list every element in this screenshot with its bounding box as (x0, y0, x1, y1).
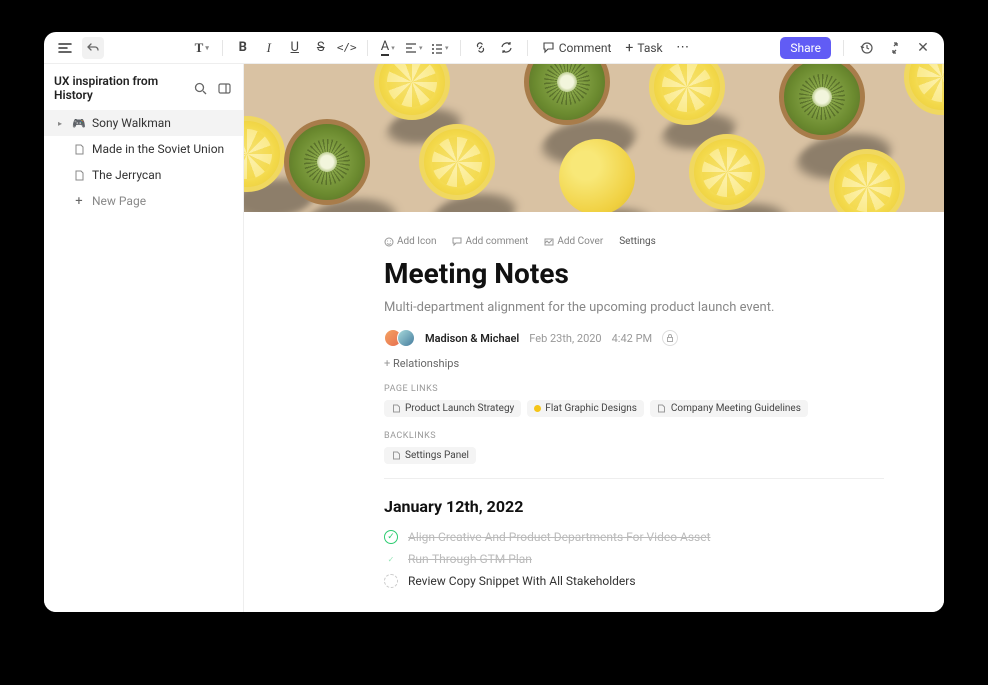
author-avatars[interactable] (384, 329, 415, 347)
section-date-heading[interactable]: January 12th, 2022 (384, 497, 884, 516)
page-icon (391, 404, 401, 414)
gamepad-icon: 🎮 (72, 116, 86, 130)
task-item[interactable]: Review Copy Snippet With All Stakeholder… (384, 574, 884, 588)
text-color-dropdown[interactable]: A▾ (376, 36, 400, 60)
checkbox-checked-icon[interactable] (384, 552, 398, 566)
page-meta: Madison & Michael Feb 23th, 2020 4:42 PM (384, 329, 884, 347)
relationships-button[interactable]: Relationships (384, 357, 884, 370)
align-dropdown[interactable]: ▾ (402, 36, 426, 60)
checkbox-empty-icon[interactable] (384, 574, 398, 588)
sidebar-item-sony-walkman[interactable]: ▸ 🎮 Sony Walkman (44, 110, 243, 136)
page-time: 4:42 PM (612, 332, 652, 345)
main-content: Add Icon Add comment Add Cover Settings … (244, 64, 944, 612)
task-item[interactable]: Run-Through GTM Plan (384, 552, 884, 566)
collapse-icon[interactable] (884, 37, 906, 59)
page-actions: Add Icon Add comment Add Cover Settings (384, 236, 884, 247)
menu-icon[interactable] (54, 37, 76, 59)
italic-button[interactable]: I (257, 36, 281, 60)
page-date: Feb 23th, 2020 (529, 332, 601, 345)
sync-icon[interactable] (495, 36, 519, 60)
sidebar-item-soviet-union[interactable]: Made in the Soviet Union (44, 136, 243, 162)
add-cover-button[interactable]: Add Cover (544, 236, 603, 247)
page-link-chip[interactable]: Company Meeting Guidelines (650, 400, 808, 417)
lock-icon[interactable] (662, 330, 678, 346)
authors: Madison & Michael (425, 332, 519, 345)
page-subtitle[interactable]: Multi-department alignment for the upcom… (384, 300, 884, 315)
comment-label: Comment (559, 41, 612, 55)
settings-button[interactable]: Settings (619, 236, 656, 247)
search-icon[interactable] (191, 79, 209, 97)
add-icon-button[interactable]: Add Icon (384, 236, 436, 247)
checkbox-checked-icon[interactable]: ✓ (384, 530, 398, 544)
more-icon[interactable]: ⋯ (671, 36, 695, 60)
page-links-label: PAGE LINKS (384, 384, 884, 394)
underline-button[interactable]: U (283, 36, 307, 60)
sidebar-item-label: The Jerrycan (92, 168, 161, 182)
task-button[interactable]: + Task (619, 36, 668, 60)
page-link-chip[interactable]: Product Launch Strategy (384, 400, 521, 417)
bold-button[interactable]: B (231, 36, 255, 60)
text-style-dropdown[interactable]: T▾ (190, 36, 214, 60)
new-page-label: New Page (92, 194, 146, 208)
app-window: T▾ B I U S </> A▾ ▾ ▾ (44, 32, 944, 612)
task-list: ✓ Align Creative And Product Departments… (384, 530, 884, 588)
strikethrough-button[interactable]: S (309, 36, 333, 60)
list-dropdown[interactable]: ▾ (428, 36, 452, 60)
page-icon (72, 168, 86, 182)
chevron-right-icon: ▸ (58, 119, 66, 128)
avatar (397, 329, 415, 347)
task-text: Align Creative And Product Departments F… (408, 530, 711, 544)
cover-image[interactable] (244, 64, 944, 212)
backlinks: Settings Panel (384, 447, 884, 464)
link-button[interactable] (469, 36, 493, 60)
share-button[interactable]: Share (780, 37, 831, 59)
dot-icon (534, 405, 541, 412)
backlink-chip[interactable]: Settings Panel (384, 447, 476, 464)
add-comment-button[interactable]: Add comment (452, 236, 528, 247)
task-item[interactable]: ✓ Align Creative And Product Departments… (384, 530, 884, 544)
close-icon[interactable]: ✕ (912, 37, 934, 59)
new-page-button[interactable]: + New Page (44, 188, 243, 214)
panel-toggle-icon[interactable] (215, 79, 233, 97)
task-text: Run-Through GTM Plan (408, 552, 532, 566)
history-icon[interactable] (856, 37, 878, 59)
code-button[interactable]: </> (335, 36, 359, 60)
page-icon (391, 451, 401, 461)
task-text: Review Copy Snippet With All Stakeholder… (408, 574, 636, 588)
toolbar: T▾ B I U S </> A▾ ▾ ▾ (44, 32, 944, 64)
page-icon (72, 142, 86, 156)
page-title[interactable]: Meeting Notes (384, 257, 884, 290)
sidebar-item-label: Sony Walkman (92, 116, 171, 130)
page-link-chip[interactable]: Flat Graphic Designs (527, 400, 644, 417)
sidebar: UX inspiration from History ▸ 🎮 Sony Wal… (44, 64, 244, 612)
plus-icon: + (72, 194, 86, 208)
page-links: Product Launch Strategy Flat Graphic Des… (384, 400, 884, 417)
sidebar-title: UX inspiration from History (54, 74, 185, 102)
comment-button[interactable]: Comment (536, 36, 618, 60)
sidebar-list: ▸ 🎮 Sony Walkman Made in the Soviet Unio… (44, 110, 243, 214)
sidebar-item-jerrycan[interactable]: The Jerrycan (44, 162, 243, 188)
task-label: Task (637, 41, 662, 55)
backlinks-label: BACKLINKS (384, 431, 884, 441)
undo-button[interactable] (82, 37, 104, 59)
page-icon (657, 404, 667, 414)
sidebar-item-label: Made in the Soviet Union (92, 142, 224, 156)
divider (384, 478, 884, 479)
